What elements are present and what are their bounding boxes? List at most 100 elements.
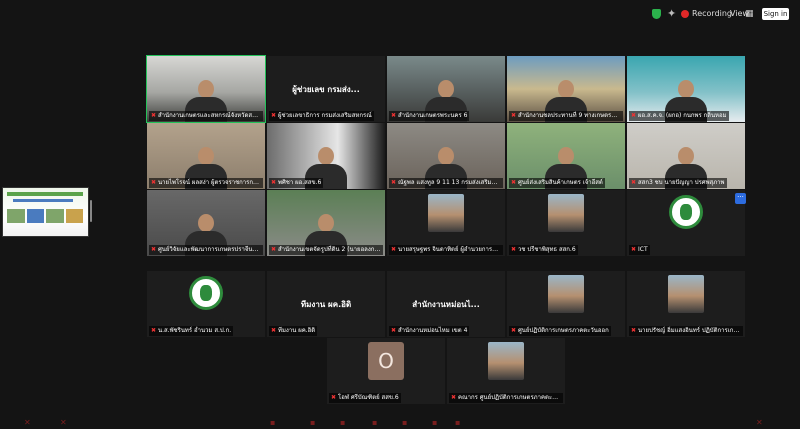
participant-tile[interactable]: ✖ ณัฐพล แสงทูล 9 11 13 กรมส่งเสริมสหกรณ์ <box>387 123 505 189</box>
mic-muted-icon: ✖ <box>631 112 637 119</box>
shared-photo-strip <box>7 209 83 223</box>
profile-picture <box>668 275 704 313</box>
mic-muted-icon: ✖ <box>271 112 277 119</box>
more-icon[interactable]: ▪ <box>432 418 437 428</box>
participant-tile[interactable]: ✖สำนักงานชลประทานที่ 9 ทางเกษตรอำเภอ 15 <box>507 56 625 122</box>
participant-name: ✖ สำนักงานหม่อนไหม เขต 4 <box>389 326 470 336</box>
participant-name-label: สำนักงานเกษตรและสหกรณ์จังหวัดสระแก้ว <box>158 112 263 119</box>
top-bar: ✦ Recording View ▦ Sign in <box>0 0 800 28</box>
mic-muted-icon: ✖ <box>151 246 157 253</box>
participant-name-label: นายสรุษฐพร จินดาทิตย์ ผู้อำนวยการสำนัก..… <box>398 246 503 253</box>
participant-tile[interactable]: ✖สำนักงานเขตจัดรูปที่ดิน 2 (นายอลงกรณ์ ป… <box>267 190 385 256</box>
recording-label: Recording <box>692 9 733 18</box>
participant-name: ✖ พศิชา ผอ.สสข.6 <box>269 178 324 188</box>
participant-tile[interactable]: ✖ วช ปรีชาพิสุทธ สสก.6 <box>507 190 625 256</box>
close-panel-icon[interactable]: ✕ <box>756 418 763 428</box>
organization-logo-icon <box>668 194 704 232</box>
participant-name: ✖ สำนักงานเกษตรและสหกรณ์จังหวัดสระแก้ว <box>149 111 263 121</box>
avatar: O <box>368 342 404 380</box>
participant-name: ✖ ผอ.ส.ค.จ. (ผกอ) กนกพร กลิ่นหอม <box>629 111 729 121</box>
mic-muted-icon: ✖ <box>391 327 397 334</box>
participant-tile[interactable]: สำนักงานหม่อนไ... ✖ สำนักงานหม่อนไหม เขต 4 <box>387 271 505 337</box>
shield-icon[interactable] <box>652 9 661 19</box>
profile-picture <box>428 194 464 232</box>
participant-tile[interactable]: ✖นายปรัชญ์ อิ่มแสงอินทร์ ปฏิบัติการเกษตร… <box>627 271 745 337</box>
participant-tile[interactable]: ✖ ICT <box>627 190 745 256</box>
participant-name: ✖ ผู้ช่วยเลขาธิการ กรมส่งเสริมสหกรณ์ <box>269 111 374 121</box>
participant-name-label: นายไพโรจน์ ผลสง่า ผู้ตรวจราชการกรม ส.ป.ก… <box>158 179 263 186</box>
sign-in-button[interactable]: Sign in <box>762 8 789 20</box>
mic-muted-icon: ✖ <box>511 112 517 119</box>
participant-tile[interactable]: ✖ศูนย์วิจัยและพัฒนาการเกษตรปราจีนบุรี (จ… <box>147 190 265 256</box>
participant-name-label: สสก3 ชบ นายปัญญา ปรศพสุภาพ <box>638 179 725 186</box>
participant-name: ✖สำนักงานชลประทานที่ 9 ทางเกษตรอำเภอ 15 <box>509 111 623 121</box>
mic-muted-icon: ✖ <box>511 327 517 334</box>
participant-tile[interactable]: ✖ ผอ.ส.ค.จ. (ผกอ) กนกพร กลิ่นหอม <box>627 56 745 122</box>
mic-muted-icon: ✖ <box>511 246 517 253</box>
participant-display-name: สำนักงานหม่อนไ... <box>412 300 480 309</box>
participant-tile[interactable]: ✖ ศูนย์ส่งเสริมสินค้าเกษตร เจ้าอีสต์ <box>507 123 625 189</box>
shared-screen-preview[interactable] <box>2 187 89 237</box>
share-icon[interactable]: ▪ <box>270 418 275 428</box>
participant-name-label: โอฬ ศรีบัณฑิตย์ สสข.6 <box>338 394 399 401</box>
mic-muted-icon: ✖ <box>451 394 457 401</box>
participant-tile[interactable]: ✖ นายสรุษฐพร จินดาทิตย์ ผู้อำนวยการสำนัก.… <box>387 190 505 256</box>
bottom-toolbar: ✕ ✕ ▪ ▪ ▪ ▪ ▪ ▪ ▪ ✕ <box>0 416 800 429</box>
participant-tile[interactable]: ✖ สำนักงานเกษตรพระนคร 6 <box>387 56 505 122</box>
participant-tile[interactable]: O ✖ โอฬ ศรีบัณฑิตย์ สสข.6 <box>327 338 445 404</box>
participant-name-label: สำนักงานเขตจัดรูปที่ดิน 2 (นายอลงกรณ์ ปา… <box>278 246 383 253</box>
participant-tile[interactable]: ✖ น.ส.พัชรินทร์ อ่ำนวม ส.ป.ก. <box>147 271 265 337</box>
participant-name: ✖ สสก3 ชบ นายปัญญา ปรศพสุภาพ <box>629 178 727 188</box>
mic-icon[interactable]: ✕ <box>24 418 31 428</box>
participant-tile[interactable]: ✖ พศิชา ผอ.สสข.6 <box>267 123 385 189</box>
participant-name-label: สำนักงานเกษตรพระนคร 6 <box>398 112 468 119</box>
grid-icon[interactable]: ▦ <box>745 8 754 20</box>
mic-muted-icon: ✖ <box>271 179 277 186</box>
participant-tile[interactable]: ทีมงาน ผค.อิดิ ✖ ทีมงาน ผค.อิดิ <box>267 271 385 337</box>
mic-muted-icon: ✖ <box>391 179 397 186</box>
participant-tile[interactable]: ✖ สสก3 ชบ นายปัญญา ปรศพสุภาพ <box>627 123 745 189</box>
profile-picture <box>488 342 524 380</box>
participant-display-name: ทีมงาน ผค.อิดิ <box>300 300 352 309</box>
participant-name: ✖ น.ส.พัชรินทร์ อ่ำนวม ส.ป.ก. <box>149 326 234 336</box>
apps-icon[interactable]: ▪ <box>402 418 407 428</box>
mic-muted-icon: ✖ <box>331 394 337 401</box>
mic-muted-icon: ✖ <box>151 327 157 334</box>
shared-subtitle-bar <box>13 199 73 202</box>
participant-name: ✖ นายสรุษฐพร จินดาทิตย์ ผู้อำนวยการสำนัก.… <box>389 245 503 255</box>
organization-logo-icon <box>188 275 224 313</box>
participant-name-label: นายปรัชญ์ อิ่มแสงอินทร์ ปฏิบัติการเกษตรภ… <box>638 327 743 334</box>
participant-name-label: ศูนย์ปฏิบัติการเกษตรภาคตะวันออก <box>518 327 609 334</box>
participant-name: ✖ ศูนย์ส่งเสริมสินค้าเกษตร เจ้าอีสต์ <box>509 178 605 188</box>
participant-name: ✖ คณากร ศูนย์ปฏิบัติการเกษตรภาคตะวันออก <box>449 393 563 403</box>
participant-tile[interactable]: ผู้ช่วยเลข กรมส่ง... ✖ ผู้ช่วยเลขาธิการ กร… <box>267 56 385 122</box>
participant-name-label: ICT <box>638 246 648 253</box>
leave-icon[interactable]: ▪ <box>455 418 460 428</box>
profile-picture <box>548 275 584 313</box>
sparkle-icon[interactable]: ✦ <box>667 7 676 21</box>
mic-muted-icon: ✖ <box>631 246 637 253</box>
participant-name: ✖ ศูนย์ปฏิบัติการเกษตรภาคตะวันออก <box>509 326 611 336</box>
participant-name: ✖ศูนย์วิจัยและพัฒนาการเกษตรปราจีนบุรี (จ… <box>149 245 263 255</box>
participant-tile[interactable]: ✖ สำนักงานเกษตรและสหกรณ์จังหวัดสระแก้ว <box>146 55 266 123</box>
mic-muted-icon: ✖ <box>151 112 157 119</box>
participant-name-label: น.ส.พัชรินทร์ อ่ำนวม ส.ป.ก. <box>158 327 232 334</box>
participant-name: ✖นายปรัชญ์ อิ่มแสงอินทร์ ปฏิบัติการเกษตร… <box>629 326 743 336</box>
chat-icon[interactable]: ▪ <box>340 418 345 428</box>
profile-picture <box>548 194 584 232</box>
shared-banner <box>7 192 83 196</box>
participants-icon[interactable]: ▪ <box>310 418 315 428</box>
camera-icon[interactable]: ✕ <box>60 418 67 428</box>
mic-muted-icon: ✖ <box>391 112 397 119</box>
mic-muted-icon: ✖ <box>271 246 277 253</box>
reactions-icon[interactable]: ▪ <box>372 418 377 428</box>
resize-handle[interactable] <box>90 200 92 222</box>
participant-tile[interactable]: ✖ ศูนย์ปฏิบัติการเกษตรภาคตะวันออก <box>507 271 625 337</box>
more-participants-button[interactable]: ··· <box>735 193 746 204</box>
participant-name: ✖สำนักงานเขตจัดรูปที่ดิน 2 (นายอลงกรณ์ ป… <box>269 245 383 255</box>
mic-muted-icon: ✖ <box>391 246 397 253</box>
participant-name: ✖ ทีมงาน ผค.อิดิ <box>269 326 318 336</box>
participant-tile[interactable]: ✖ คณากร ศูนย์ปฏิบัติการเกษตรภาคตะวันออก <box>447 338 565 404</box>
mic-muted-icon: ✖ <box>631 179 637 186</box>
participant-tile[interactable]: ✖นายไพโรจน์ ผลสง่า ผู้ตรวจราชการกรม ส.ป.… <box>147 123 265 189</box>
